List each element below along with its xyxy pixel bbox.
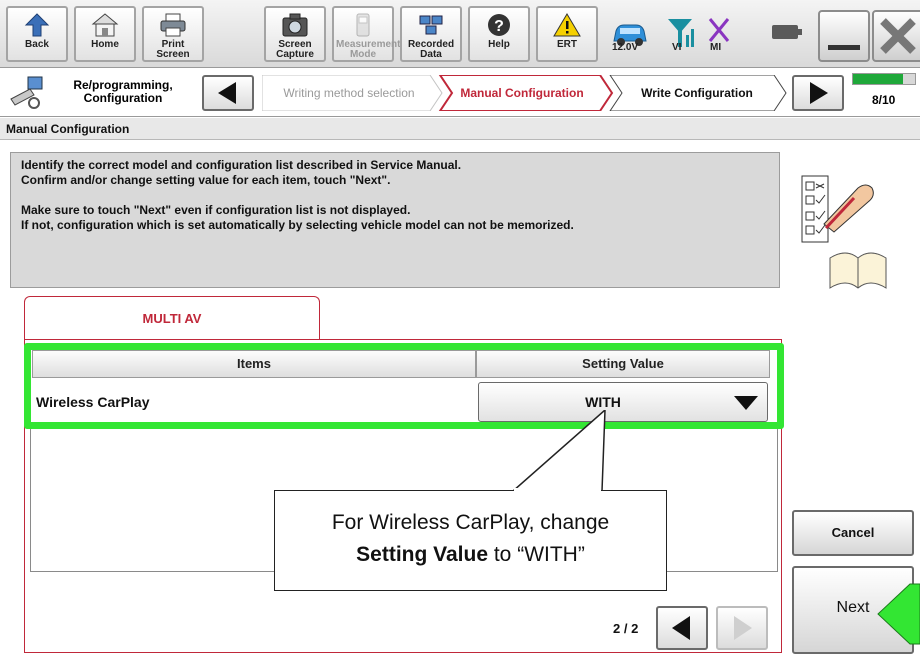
progress-fill: [853, 74, 903, 84]
page-prev-button[interactable]: [656, 606, 708, 650]
progress-label: 8/10: [872, 93, 896, 107]
column-header-setting-value: Setting Value: [476, 350, 770, 378]
callout-pointer: [511, 410, 606, 492]
instructions-box: Identify the correct model and configura…: [10, 152, 780, 288]
tab-multi-av[interactable]: MULTI AV: [24, 296, 320, 340]
car-battery-icon: [613, 24, 647, 46]
step-manual-configuration: Manual Configuration: [460, 86, 584, 100]
dropdown-arrow-icon[interactable]: [730, 392, 762, 412]
home-label: Home: [91, 39, 119, 50]
mi-label: MI: [710, 42, 722, 53]
page-indicator: 2 / 2: [613, 621, 639, 636]
toolbar: Back Home Print Screen Screen Capture Me…: [0, 0, 920, 68]
help-button[interactable]: ? Help: [468, 6, 530, 62]
svg-text:?: ?: [494, 18, 504, 35]
step-write-configuration: Write Configuration: [641, 86, 753, 100]
callout-line-2: Setting Value to “WITH”: [275, 539, 666, 571]
home-button[interactable]: Home: [74, 6, 136, 62]
step-next-button[interactable]: [792, 75, 844, 111]
callout-rest: to “WITH”: [488, 543, 585, 566]
reprogramming-icon: [10, 76, 43, 109]
recorded-data-icon: [419, 15, 443, 35]
back-button[interactable]: Back: [6, 6, 68, 62]
voltage-readout: 12.0V: [612, 42, 639, 53]
close-button[interactable]: [872, 10, 920, 62]
print-screen-button[interactable]: Print Screen: [142, 6, 204, 62]
green-pointer-arrow: [877, 583, 920, 645]
home-icon: [91, 13, 119, 37]
callout-bold: Setting Value: [356, 543, 489, 566]
gauge-icon: [356, 13, 370, 37]
triangle-left-icon: [672, 616, 690, 640]
instruction-line: Identify the correct model and configura…: [21, 158, 462, 172]
cancel-button[interactable]: Cancel: [792, 510, 914, 556]
mi-disconnected-icon: [708, 18, 730, 42]
triangle-right-icon: [810, 82, 828, 104]
help-icon: ?: [488, 14, 510, 36]
page-next-button[interactable]: [716, 606, 768, 650]
ert-button[interactable]: ERT: [536, 6, 598, 62]
vi-label: VI: [672, 42, 682, 53]
minimize-icon: [828, 45, 860, 50]
section-label: Re/programming, Configuration: [73, 78, 173, 105]
ert-label: ERT: [557, 39, 577, 50]
recorded-data-label: Recorded Data: [407, 39, 455, 60]
recorded-data-button[interactable]: Recorded Data: [400, 6, 462, 62]
print-screen-label: Print Screen: [156, 39, 190, 60]
help-label: Help: [488, 39, 510, 50]
printer-icon: [160, 13, 186, 37]
instruction-line: If not, configuration which is set autom…: [21, 218, 574, 232]
page-title: Manual Configuration: [0, 118, 920, 140]
triangle-right-icon: [734, 616, 752, 640]
callout-line-1: For Wireless CarPlay, change: [331, 511, 610, 534]
back-label: Back: [25, 39, 49, 50]
minimize-button[interactable]: [818, 10, 870, 62]
instruction-line: Make sure to touch "Next" even if config…: [21, 203, 411, 217]
service-manual-icon: [801, 175, 887, 289]
screen-capture-label: Screen Capture: [276, 39, 314, 60]
step-bar: Re/programming, Configuration Writing me…: [0, 69, 920, 117]
measurement-mode-label: Measurement Mode: [336, 39, 401, 60]
battery-icon: [772, 25, 802, 39]
step-writing-method: Writing method selection: [283, 86, 415, 100]
step-back-button[interactable]: [202, 75, 254, 111]
back-arrow-icon: [24, 13, 50, 37]
progress-bar: [852, 73, 916, 85]
screen-capture-button[interactable]: Screen Capture: [264, 6, 326, 62]
instruction-spacer: [21, 188, 769, 203]
triangle-left-icon: [218, 82, 236, 104]
signal-vi-icon: [668, 19, 694, 47]
callout-pointer-mask: [514, 488, 601, 496]
instruction-callout: For Wireless CarPlay, change Setting Val…: [274, 490, 667, 591]
close-icon: [880, 18, 916, 54]
column-header-items: Items: [32, 350, 476, 378]
warning-icon: [553, 13, 581, 37]
item-wireless-carplay: Wireless CarPlay: [36, 394, 150, 410]
measurement-mode-button[interactable]: Measurement Mode: [332, 6, 401, 62]
instruction-line: Confirm and/or change setting value for …: [21, 173, 391, 187]
camera-icon: [282, 13, 308, 37]
